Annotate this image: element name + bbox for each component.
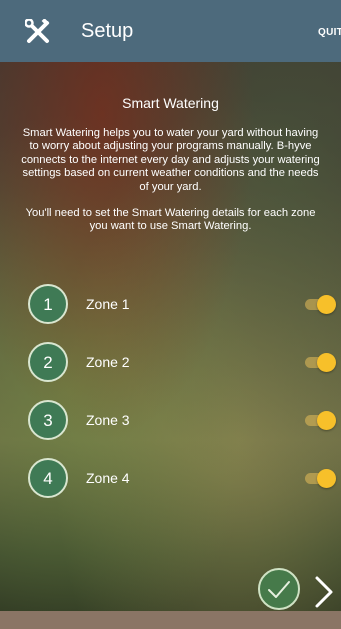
zone-label: Zone 4 — [86, 470, 130, 486]
quit-button[interactable]: QUIT — [318, 27, 341, 38]
confirm-button[interactable] — [258, 568, 300, 610]
checkmark-icon — [268, 581, 290, 598]
description-paragraph-1: Smart Watering helps you to water your y… — [21, 127, 320, 193]
description: Smart Watering helps you to water your y… — [18, 127, 323, 247]
toggle-knob — [317, 353, 336, 372]
zone-number-badge: 3 — [28, 400, 68, 440]
zone-number-badge: 2 — [28, 342, 68, 382]
chevron-right-icon — [315, 576, 333, 608]
zone-row-4[interactable]: 4 Zone 4 — [0, 458, 341, 502]
zone-number-badge: 4 — [28, 458, 68, 498]
toggle-knob — [317, 295, 336, 314]
zone-row-3[interactable]: 3 Zone 3 — [0, 400, 341, 444]
top-bar: Setup QUIT — [0, 0, 341, 62]
setup-screen: Setup QUIT Smart Watering Smart Watering… — [0, 0, 341, 629]
zone-3-toggle[interactable] — [305, 411, 336, 430]
zone-row-1[interactable]: 1 Zone 1 — [0, 284, 341, 328]
close-icon[interactable] — [24, 18, 51, 45]
zone-4-toggle[interactable] — [305, 469, 336, 488]
bottom-strip — [0, 611, 341, 629]
zone-2-toggle[interactable] — [305, 353, 336, 372]
section-heading: Smart Watering — [122, 95, 219, 111]
description-paragraph-2: You'll need to set the Smart Watering de… — [25, 207, 316, 233]
page-title: Setup — [81, 20, 134, 42]
next-button[interactable] — [312, 575, 336, 609]
zone-label: Zone 2 — [86, 354, 130, 370]
zone-label: Zone 3 — [86, 412, 130, 428]
zone-label: Zone 1 — [86, 296, 130, 312]
toggle-knob — [317, 411, 336, 430]
zone-row-2[interactable]: 2 Zone 2 — [0, 342, 341, 386]
zone-number-badge: 1 — [28, 284, 68, 324]
toggle-knob — [317, 469, 336, 488]
zone-1-toggle[interactable] — [305, 295, 336, 314]
